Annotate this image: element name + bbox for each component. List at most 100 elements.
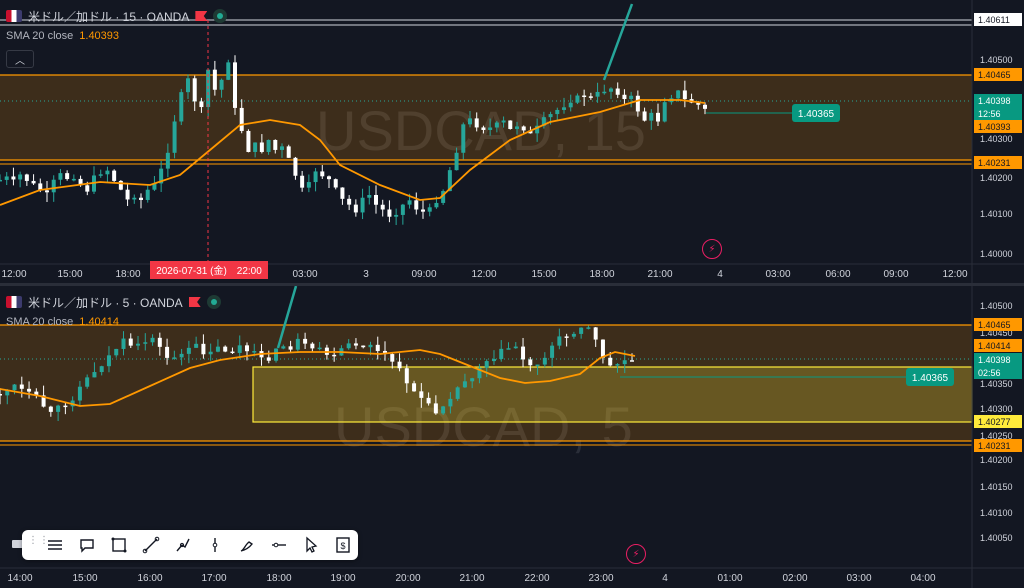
candle-body: [266, 357, 271, 361]
candle-body: [65, 173, 70, 180]
vertical-line-tool-button[interactable]: [202, 532, 228, 558]
time-tick: 20:00: [395, 573, 420, 584]
candle-body: [353, 343, 358, 346]
candle-body: [199, 101, 204, 108]
candle-body: [380, 204, 385, 210]
candle-body: [121, 338, 126, 349]
candle-body: [414, 200, 419, 210]
time-tick: 03:00: [765, 269, 790, 280]
price-tick: 1.40050: [980, 533, 1013, 543]
candle-body: [313, 171, 318, 183]
candle-body: [579, 327, 584, 334]
candle-body: [105, 170, 110, 175]
trendline-tool-button[interactable]: [138, 532, 164, 558]
bottom-legend: 米ドル／加ドル · 5 · OANDA SMA 20 close 1.40414: [6, 292, 221, 332]
time-tick: 03:00: [846, 573, 871, 584]
horizontal-ray-tool-button[interactable]: [266, 532, 292, 558]
candle-body: [179, 353, 184, 358]
candle-body: [31, 180, 36, 184]
candle-body: [474, 118, 479, 128]
candle-body: [150, 337, 155, 343]
candle-body: [481, 127, 486, 130]
cursor-icon: [306, 536, 318, 553]
candle-body: [19, 384, 24, 389]
candle-body: [649, 112, 654, 121]
price-badge-text: 12:56: [978, 109, 1001, 119]
price-badge-text: 1.40231: [978, 158, 1011, 168]
candle-body: [421, 209, 425, 212]
us-ca-flag-icon: [6, 10, 22, 22]
yellow-zone: [252, 366, 973, 423]
candle-body: [426, 397, 431, 404]
price-label-tool-button[interactable]: $: [330, 532, 356, 558]
candle-body: [461, 124, 466, 153]
time-tick: 06:00: [825, 269, 850, 280]
brush-icon: [240, 541, 254, 552]
candle-body: [494, 122, 499, 128]
candle-body: [259, 142, 264, 152]
path-tool-button[interactable]: [170, 532, 196, 558]
bottom-indicator-value: 1.40414: [79, 316, 120, 328]
candle-body: [246, 130, 251, 152]
candle-body: [374, 194, 378, 205]
price-tick: 1.40500: [980, 55, 1013, 65]
candle-body: [586, 327, 591, 329]
price-badge-text: 1.40393: [978, 122, 1011, 132]
candle-body: [139, 197, 143, 200]
top-chart-pane[interactable]: USDCAD, 151.403651.405001.404001.403001.…: [0, 0, 1024, 284]
time-tick: 01:00: [717, 573, 742, 584]
time-tick: 19:00: [330, 573, 355, 584]
cursor-tool-button[interactable]: [298, 532, 324, 558]
candle-body: [0, 394, 2, 396]
order-label-text: 1.40365: [912, 373, 949, 384]
flag-icon[interactable]: [188, 297, 201, 307]
flag-icon[interactable]: [195, 11, 208, 21]
bottom-alert-bolt-icon[interactable]: ⚡: [626, 544, 646, 564]
candle-body: [361, 345, 366, 348]
top-alert-bolt-icon[interactable]: ⚡: [702, 239, 722, 259]
candle-body: [71, 178, 76, 181]
bottom-symbol-title[interactable]: 米ドル／加ドル · 5 · OANDA: [28, 294, 183, 311]
candle-body: [662, 102, 667, 122]
candle-body: [300, 175, 305, 188]
candle-body: [347, 198, 352, 205]
brush-tool-button[interactable]: [234, 532, 260, 558]
candle-body: [327, 176, 331, 180]
top-legend-collapse-button[interactable]: ︿: [6, 50, 34, 68]
comment-tool-button[interactable]: [74, 532, 100, 558]
bottom-indicator-name[interactable]: SMA 20 close: [6, 316, 73, 328]
candle-body: [273, 139, 278, 150]
trendline-icon: [142, 536, 160, 554]
lines-tool-button[interactable]: [42, 532, 68, 558]
candle-body: [237, 345, 242, 353]
candle-body: [550, 345, 555, 358]
time-tick: 3: [363, 269, 369, 280]
top-symbol-title[interactable]: 米ドル／加ドル · 15 · OANDA: [28, 8, 189, 25]
candle-body: [56, 405, 61, 412]
price-tick: 1.40300: [980, 404, 1013, 414]
top-indicator-name[interactable]: SMA 20 close: [6, 30, 73, 42]
candle-body: [281, 346, 286, 349]
candle-body: [143, 342, 148, 344]
candle-body: [77, 386, 82, 401]
candle-body: [501, 120, 506, 123]
time-tick: 21:00: [459, 573, 484, 584]
candle-body: [212, 69, 217, 90]
candle-body: [615, 88, 620, 95]
candle-body: [557, 336, 562, 346]
candle-body: [397, 361, 402, 369]
candle-body: [303, 338, 308, 344]
toolbar-drag-grip-icon[interactable]: ⋮⋮: [28, 536, 49, 553]
candle-body: [508, 120, 513, 129]
candle-body: [332, 354, 337, 357]
candle-body: [98, 174, 103, 176]
candle-body: [165, 152, 170, 169]
rectangle-tool-button[interactable]: [106, 532, 132, 558]
candle-body: [542, 357, 547, 365]
candle-body: [575, 95, 580, 103]
time-tick: 4: [662, 573, 668, 584]
candle-body: [454, 152, 459, 171]
candle-body: [201, 343, 206, 355]
candle-body: [630, 360, 634, 362]
candle-body: [48, 406, 53, 412]
